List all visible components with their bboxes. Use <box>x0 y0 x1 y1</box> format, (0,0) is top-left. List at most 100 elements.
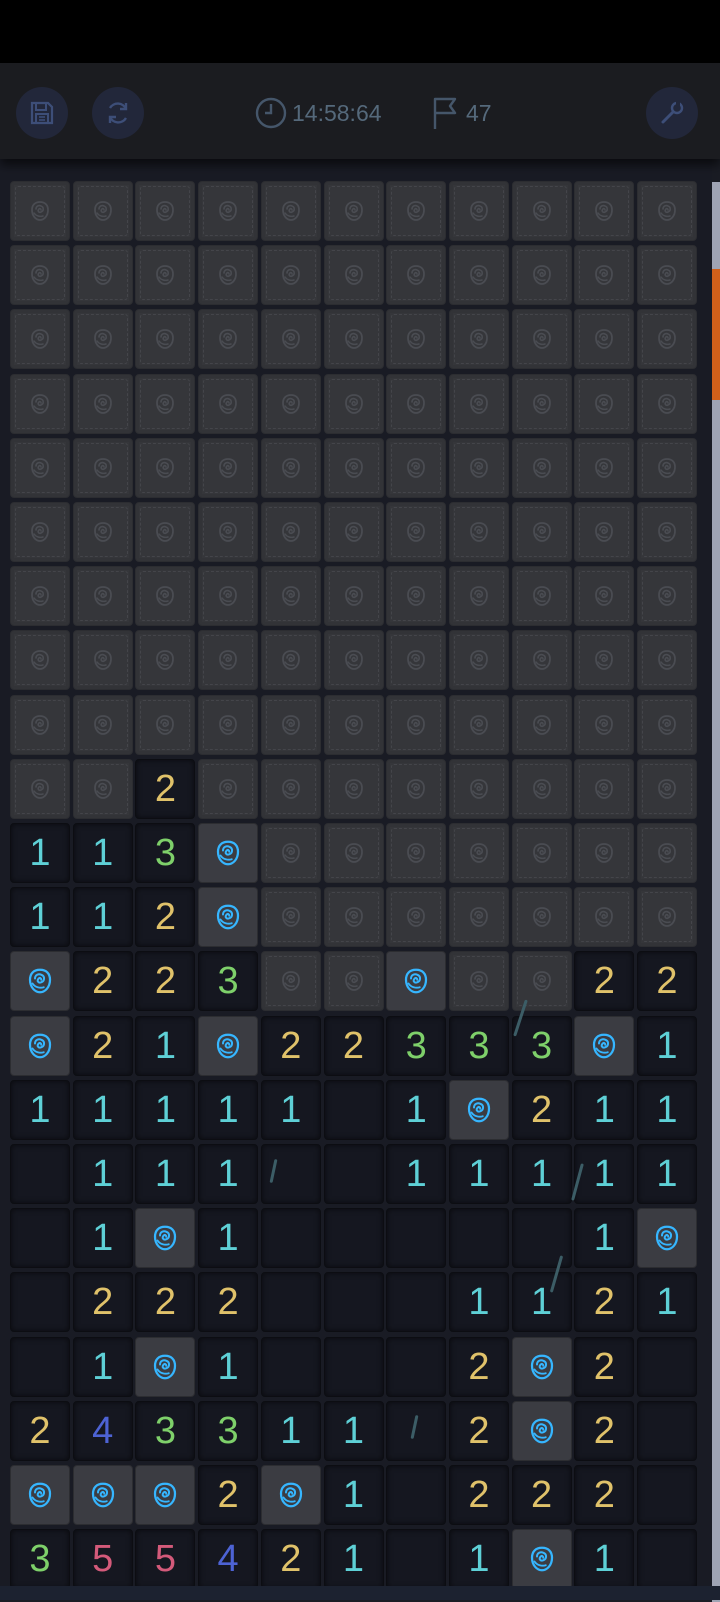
number-tile[interactable]: 1 <box>10 823 70 883</box>
number-tile[interactable]: 1 <box>10 887 70 948</box>
flagged-tile[interactable] <box>511 1336 572 1397</box>
tools-button[interactable] <box>646 87 698 139</box>
covered-tile[interactable] <box>323 181 384 241</box>
covered-tile[interactable] <box>260 502 321 562</box>
empty-tile[interactable] <box>511 1208 572 1269</box>
covered-tile[interactable] <box>323 887 384 948</box>
covered-tile[interactable] <box>72 245 133 306</box>
covered-tile[interactable] <box>511 566 572 627</box>
flagged-tile[interactable] <box>637 1208 697 1269</box>
covered-tile[interactable] <box>574 887 635 948</box>
covered-tile[interactable] <box>10 630 70 691</box>
number-tile[interactable]: 2 <box>574 1465 635 1525</box>
covered-tile[interactable] <box>323 630 384 691</box>
number-tile[interactable]: 2 <box>511 1079 572 1140</box>
number-tile[interactable]: 3 <box>448 1015 509 1076</box>
covered-tile[interactable] <box>323 309 384 370</box>
empty-tile[interactable] <box>386 1465 447 1525</box>
covered-tile[interactable] <box>198 181 259 241</box>
number-tile[interactable]: 1 <box>637 1079 697 1140</box>
covered-tile[interactable] <box>198 630 259 691</box>
restart-button[interactable] <box>92 87 144 139</box>
covered-tile[interactable] <box>386 309 447 370</box>
covered-tile[interactable] <box>260 437 321 498</box>
covered-tile[interactable] <box>448 437 509 498</box>
covered-tile[interactable] <box>448 887 509 948</box>
number-tile[interactable]: 1 <box>574 1529 635 1589</box>
number-tile[interactable]: 1 <box>135 1079 196 1140</box>
covered-tile[interactable] <box>448 502 509 562</box>
scrollbar-thumb[interactable] <box>712 269 720 400</box>
covered-tile[interactable] <box>260 245 321 306</box>
flagged-tile[interactable] <box>574 1015 635 1076</box>
number-tile[interactable]: 4 <box>72 1400 133 1461</box>
covered-tile[interactable] <box>260 373 321 434</box>
number-tile[interactable]: 3 <box>511 1015 572 1076</box>
flagged-tile[interactable] <box>198 823 259 883</box>
number-tile[interactable]: 1 <box>323 1529 384 1589</box>
covered-tile[interactable] <box>386 758 447 819</box>
covered-tile[interactable] <box>574 694 635 755</box>
covered-tile[interactable] <box>323 502 384 562</box>
number-tile[interactable]: 2 <box>260 1529 321 1589</box>
covered-tile[interactable] <box>72 309 133 370</box>
covered-tile[interactable] <box>511 823 572 883</box>
covered-tile[interactable] <box>198 694 259 755</box>
number-tile[interactable]: 1 <box>448 1144 509 1204</box>
covered-tile[interactable] <box>135 437 196 498</box>
covered-tile[interactable] <box>260 566 321 627</box>
number-tile[interactable]: 2 <box>448 1400 509 1461</box>
covered-tile[interactable] <box>448 694 509 755</box>
empty-tile[interactable] <box>10 1144 70 1204</box>
covered-tile[interactable] <box>386 823 447 883</box>
empty-tile[interactable] <box>386 1208 447 1269</box>
covered-tile[interactable] <box>323 373 384 434</box>
number-tile[interactable]: 1 <box>637 1015 697 1076</box>
number-tile[interactable]: 2 <box>574 1336 635 1397</box>
number-tile[interactable]: 3 <box>135 1400 196 1461</box>
flagged-tile[interactable] <box>511 1529 572 1589</box>
covered-tile[interactable] <box>448 309 509 370</box>
covered-tile[interactable] <box>135 566 196 627</box>
covered-tile[interactable] <box>574 245 635 306</box>
empty-tile[interactable] <box>260 1336 321 1397</box>
covered-tile[interactable] <box>574 309 635 370</box>
covered-tile[interactable] <box>323 437 384 498</box>
covered-tile[interactable] <box>323 566 384 627</box>
number-tile[interactable]: 2 <box>637 951 697 1012</box>
number-tile[interactable]: 3 <box>198 951 259 1012</box>
number-tile[interactable]: 1 <box>323 1400 384 1461</box>
covered-tile[interactable] <box>260 694 321 755</box>
covered-tile[interactable] <box>10 437 70 498</box>
covered-tile[interactable] <box>198 502 259 562</box>
covered-tile[interactable] <box>260 309 321 370</box>
covered-tile[interactable] <box>448 823 509 883</box>
covered-tile[interactable] <box>72 373 133 434</box>
covered-tile[interactable] <box>260 887 321 948</box>
covered-tile[interactable] <box>448 245 509 306</box>
covered-tile[interactable] <box>574 566 635 627</box>
covered-tile[interactable] <box>72 758 133 819</box>
flagged-tile[interactable] <box>198 887 259 948</box>
covered-tile[interactable] <box>323 245 384 306</box>
covered-tile[interactable] <box>72 181 133 241</box>
number-tile[interactable]: 1 <box>448 1529 509 1589</box>
covered-tile[interactable] <box>511 437 572 498</box>
number-tile[interactable]: 2 <box>448 1336 509 1397</box>
number-tile[interactable]: 3 <box>10 1529 70 1589</box>
number-tile[interactable]: 1 <box>72 1079 133 1140</box>
number-tile[interactable]: 1 <box>574 1144 635 1204</box>
covered-tile[interactable] <box>637 437 697 498</box>
number-tile[interactable]: 1 <box>574 1079 635 1140</box>
number-tile[interactable]: 1 <box>198 1336 259 1397</box>
covered-tile[interactable] <box>448 566 509 627</box>
covered-tile[interactable] <box>637 758 697 819</box>
covered-tile[interactable] <box>323 694 384 755</box>
number-tile[interactable]: 2 <box>72 951 133 1012</box>
covered-tile[interactable] <box>386 566 447 627</box>
covered-tile[interactable] <box>448 181 509 241</box>
empty-tile[interactable] <box>10 1208 70 1269</box>
covered-tile[interactable] <box>10 245 70 306</box>
empty-tile[interactable] <box>323 1272 384 1333</box>
covered-tile[interactable] <box>637 181 697 241</box>
